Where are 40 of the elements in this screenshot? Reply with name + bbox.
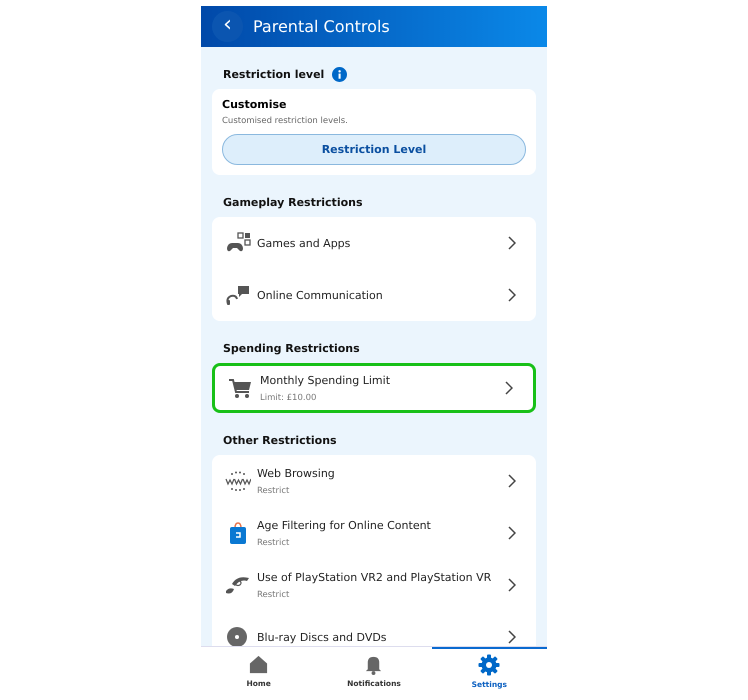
- item-label: Age Filtering for Online Content: [257, 518, 432, 532]
- chevron-icon: [508, 630, 516, 644]
- list-item[interactable]: Blu-ray Discs and DVDs: [212, 611, 536, 646]
- gamepad-icon: [225, 232, 251, 254]
- item-label: Web Browsing: [257, 466, 336, 480]
- chevron-icon: [508, 288, 516, 302]
- home-icon: [248, 654, 270, 675]
- list-item[interactable]: Games and Apps: [212, 217, 536, 269]
- back-button[interactable]: ‹: [212, 11, 243, 42]
- list-item[interactable]: Age Filtering for Online Content Restrict: [212, 507, 536, 559]
- www-icon: [225, 470, 251, 492]
- item-label: Blu-ray Discs and DVDs: [257, 630, 388, 644]
- card-title: Customise: [222, 98, 288, 111]
- list-item[interactable]: Monthly Spending Limit Limit: £10.00: [215, 366, 533, 410]
- card-description: Customised restriction levels.: [222, 116, 349, 126]
- chevron-icon: [508, 474, 516, 488]
- item-value: Restrict: [257, 538, 290, 548]
- item-label: Games and Apps: [257, 236, 352, 250]
- headset-chat-icon: [225, 284, 251, 306]
- restriction-level-button[interactable]: Restriction Level: [222, 134, 526, 165]
- item-label: Monthly Spending Limit: [260, 374, 392, 386]
- item-value: Limit: £10.00: [260, 392, 318, 402]
- list-item[interactable]: Use of PlayStation VR2 and PlayStation VR Restrict: [212, 559, 536, 611]
- chevron-icon: [508, 236, 516, 250]
- item-value: Restrict: [257, 486, 290, 496]
- chevron-icon: [508, 578, 516, 592]
- list-item[interactable]: Online Communication: [212, 269, 536, 321]
- cart-icon: [228, 377, 254, 399]
- page-title: Parental Controls: [253, 17, 390, 36]
- section-title: Gameplay Restrictions: [223, 196, 363, 209]
- section-title: Other Restrictions: [223, 434, 337, 447]
- chevron-icon: [508, 526, 516, 540]
- section-title: Restriction level: [223, 68, 324, 81]
- item-label: Use of PlayStation VR2 and PlayStation VR: [257, 570, 492, 584]
- item-label: Online Communication: [257, 288, 384, 302]
- item-value: Restrict: [257, 590, 290, 600]
- section-title: Spending Restrictions: [223, 342, 360, 355]
- chevron-icon: [505, 381, 513, 395]
- info-icon[interactable]: [332, 67, 348, 82]
- list-item[interactable]: Web Browsing Restrict: [212, 455, 536, 507]
